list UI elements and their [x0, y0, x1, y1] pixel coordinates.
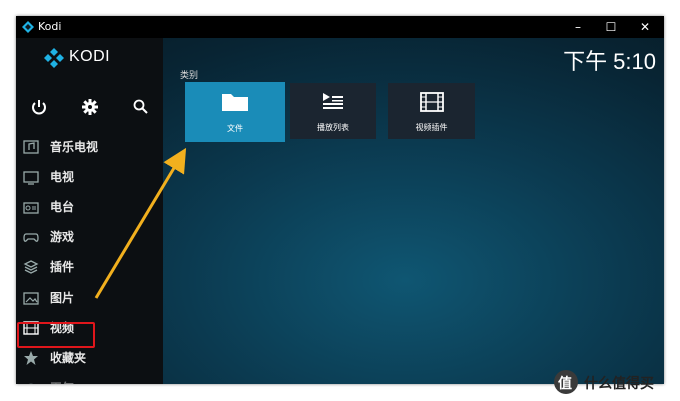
tv-icon — [23, 171, 39, 185]
music-video-icon — [23, 140, 39, 154]
sidebar-item-label: 图片 — [50, 291, 75, 305]
kodi-app-icon — [22, 21, 34, 33]
videos-highlight-box — [17, 322, 95, 348]
logo-text: KODI — [69, 48, 111, 65]
sidebar-item-label: 插件 — [50, 260, 75, 274]
sidebar-item-music-videos[interactable]: 音乐电视 — [20, 135, 160, 159]
sidebar: KODI 音乐电视 电视 电台 游戏 插件 图片 视频 收藏夹 — [16, 38, 163, 384]
sidebar-item-tv[interactable]: 电视 — [20, 165, 160, 189]
watermark-text: 什么值得买 — [584, 376, 654, 392]
clock: 下午 5:10 — [563, 49, 656, 74]
sidebar-item-label: 游戏 — [50, 230, 75, 244]
kodi-logo-icon — [44, 48, 64, 68]
kodi-logo: KODI — [44, 46, 144, 68]
kodi-window: Kodi – ☐ ✕ KODI 音乐电视 电视 电台 游戏 插件 图片 视频 收… — [16, 16, 664, 384]
pictures-icon — [23, 292, 39, 305]
sidebar-item-label: 天气 — [50, 379, 74, 384]
folder-icon — [222, 94, 248, 111]
section-label: 类别 — [180, 71, 199, 81]
addons-icon — [23, 260, 39, 274]
star-icon — [24, 351, 38, 365]
power-icon[interactable] — [30, 98, 50, 118]
gear-icon[interactable] — [81, 98, 101, 118]
film-icon — [419, 92, 444, 112]
sidebar-item-label: 电视 — [50, 170, 75, 184]
minimize-button[interactable]: – — [561, 16, 595, 38]
search-icon[interactable] — [132, 98, 152, 118]
kodi-home: KODI 音乐电视 电视 电台 游戏 插件 图片 视频 收藏夹 下午 5:10 … — [16, 38, 664, 384]
sidebar-item-pictures[interactable]: 图片 — [20, 286, 160, 310]
playlist-icon — [323, 93, 343, 109]
close-button[interactable]: ✕ — [628, 16, 662, 38]
sidebar-item-label: 收藏夹 — [50, 351, 87, 365]
sidebar-item-label: 音乐电视 — [50, 140, 99, 154]
window-title: Kodi — [38, 20, 62, 33]
tile-video-addons[interactable]: 视频插件 — [388, 83, 475, 139]
tile-playlists[interactable]: 播放列表 — [290, 83, 376, 139]
watermark-badge-text: 值 — [558, 376, 572, 392]
sidebar-item-games[interactable]: 游戏 — [20, 225, 160, 249]
tile-label: 播放列表 — [317, 123, 349, 132]
radio-icon — [23, 202, 39, 214]
tile-label: 视频插件 — [415, 123, 448, 132]
tile-files[interactable]: 文件 — [185, 82, 285, 142]
title-bar: Kodi – ☐ ✕ — [16, 16, 664, 38]
gamepad-icon — [23, 233, 39, 242]
sidebar-item-weather[interactable]: 天气 — [20, 376, 160, 384]
sidebar-item-addons[interactable]: 插件 — [20, 255, 160, 279]
maximize-button[interactable]: ☐ — [594, 16, 628, 38]
sidebar-item-favourites[interactable]: 收藏夹 — [20, 346, 160, 370]
sidebar-item-label: 电台 — [50, 200, 75, 214]
weather-icon — [28, 383, 34, 384]
tile-label: 文件 — [227, 124, 243, 133]
sidebar-item-radio[interactable]: 电台 — [20, 195, 160, 219]
